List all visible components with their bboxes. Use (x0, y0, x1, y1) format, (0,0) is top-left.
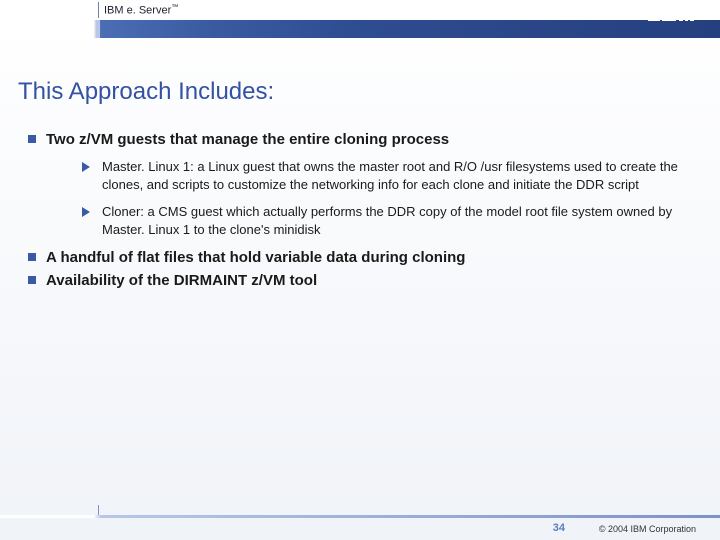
slide-title: This Approach Includes: (18, 78, 720, 106)
bullet-text: Two z/VM guests that manage the entire c… (46, 131, 449, 148)
bullet-text: Availability of the DIRMAINT z/VM tool (46, 272, 317, 289)
page-number: 34 (553, 522, 565, 534)
bullet-list: Two z/VM guests that manage the entire c… (28, 130, 688, 291)
footer-vertical-bar (98, 505, 99, 515)
ibm-logo-icon (648, 4, 694, 22)
copyright-text: © 2004 IBM Corporation (599, 524, 696, 534)
footer-bar (0, 515, 720, 518)
slide-content: Two z/VM guests that manage the entire c… (28, 130, 688, 291)
brand-text: IBM e. Server™ (104, 4, 178, 17)
list-item: A handful of flat files that hold variab… (28, 248, 688, 268)
list-item: Cloner: a CMS guest which actually perfo… (82, 203, 688, 238)
header-stripe (0, 20, 720, 38)
list-item: Availability of the DIRMAINT z/VM tool (28, 271, 688, 291)
bullet-text: A handful of flat files that hold variab… (46, 249, 465, 266)
sub-bullet-list: Master. Linux 1: a Linux guest that owns… (82, 158, 688, 238)
brand-tm: ™ (171, 4, 178, 11)
slide-header: IBM e. Server™ (0, 0, 720, 38)
list-item: Two z/VM guests that manage the entire c… (28, 130, 688, 238)
header-stripe-notch (96, 20, 100, 38)
list-item: Master. Linux 1: a Linux guest that owns… (82, 158, 688, 193)
slide-footer: 34 © 2004 IBM Corporation (0, 506, 720, 540)
header-vertical-bar (98, 2, 99, 18)
brand-suffix: . Server (133, 5, 172, 17)
brand-prefix: IBM e (104, 5, 133, 17)
